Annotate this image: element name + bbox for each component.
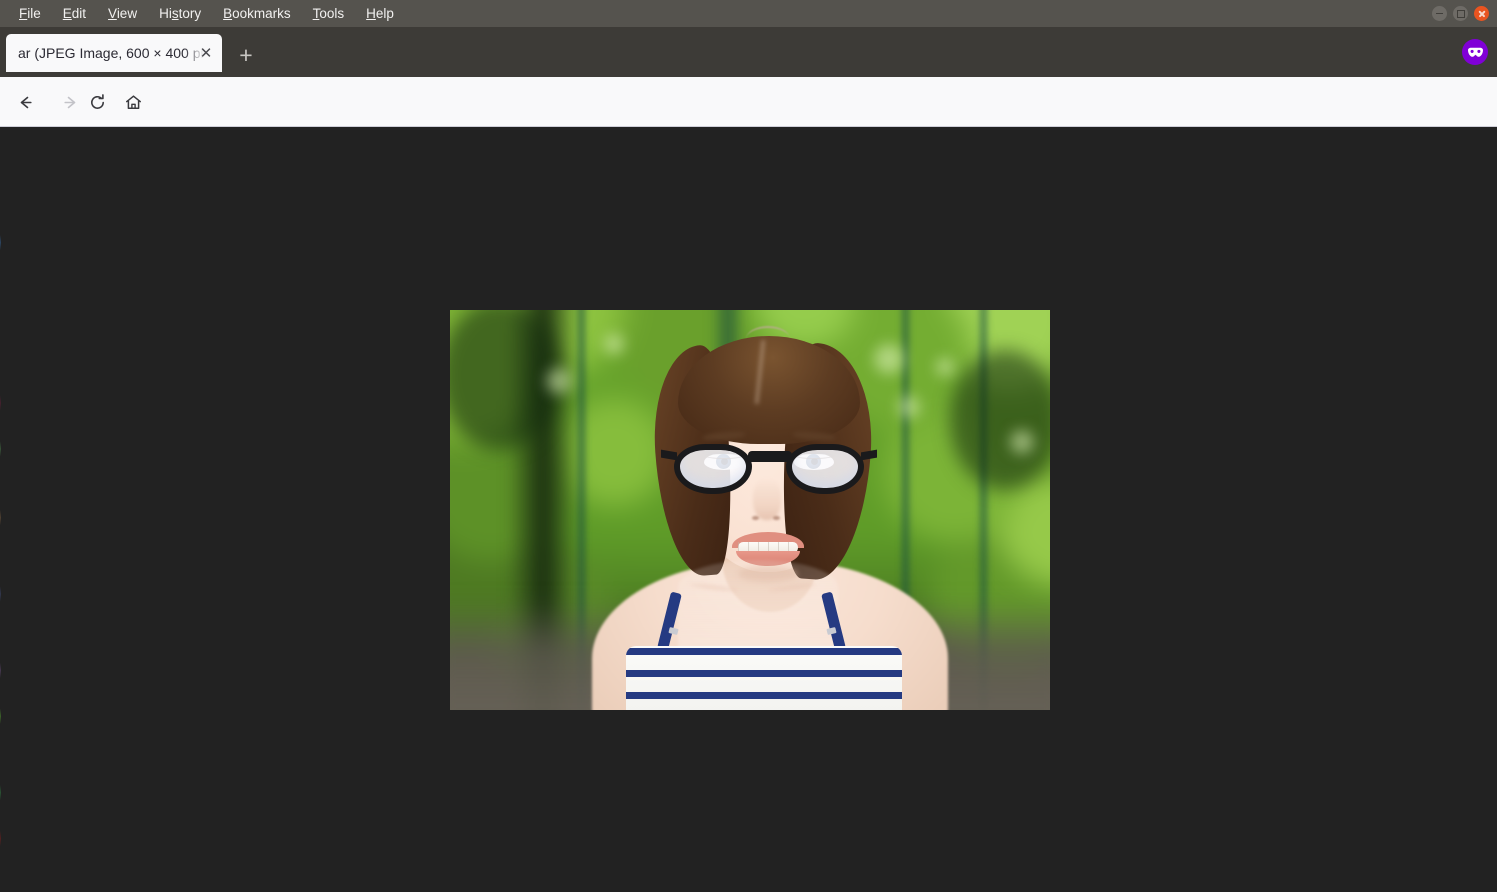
glasses-lens-right xyxy=(786,444,864,494)
forward-arrow-icon xyxy=(58,90,82,114)
menu-history[interactable]: History xyxy=(148,0,212,27)
menu-tools[interactable]: Tools xyxy=(302,0,356,27)
reload-icon[interactable] xyxy=(85,90,109,114)
viewport-edge-sliver xyxy=(0,128,1,892)
garment-stripe-3 xyxy=(626,692,902,699)
glasses-lens-left xyxy=(674,444,752,494)
new-tab-button[interactable]: + xyxy=(234,44,258,69)
page-content xyxy=(0,128,1497,892)
browser-tab[interactable]: ar (JPEG Image, 600 × 400 pi ✕ xyxy=(6,34,222,72)
menu-edit[interactable]: Edit xyxy=(52,0,97,27)
nostril-right xyxy=(773,516,780,520)
menu-view[interactable]: View xyxy=(97,0,148,27)
back-arrow-icon[interactable] xyxy=(13,90,37,114)
window-controls xyxy=(1432,0,1489,27)
person-figure xyxy=(450,310,1050,710)
private-browsing-mask-icon[interactable] xyxy=(1462,39,1488,65)
ar-result-image[interactable] xyxy=(450,310,1050,710)
menu-help[interactable]: Help xyxy=(355,0,405,27)
tab-strip: ar (JPEG Image, 600 × 400 pi ✕ + xyxy=(0,27,1497,77)
home-icon[interactable] xyxy=(121,90,145,114)
glasses-bridge xyxy=(748,451,792,462)
menu-bar: File Edit View History Bookmarks Tools H… xyxy=(0,0,1497,27)
minimize-button[interactable] xyxy=(1432,6,1447,21)
sheer-overlay-fabric xyxy=(678,560,838,656)
flyaway-hair xyxy=(746,326,790,352)
close-button[interactable] xyxy=(1474,6,1489,21)
tab-title: ar (JPEG Image, 600 × 400 pi xyxy=(18,45,204,61)
glasses-temple-right xyxy=(861,449,877,461)
ar-glasses-overlay xyxy=(661,442,877,498)
garment-stripe-2 xyxy=(626,670,902,677)
striped-camisole xyxy=(626,646,902,710)
maximize-button[interactable] xyxy=(1453,6,1468,21)
garment-stripe-1 xyxy=(626,648,902,655)
menu-bookmarks[interactable]: Bookmarks xyxy=(212,0,302,27)
menu-file[interactable]: File xyxy=(8,0,52,27)
tab-close-icon[interactable]: ✕ xyxy=(198,45,214,61)
navigation-toolbar: 10.140.12.255:5000/ar?url=https://imgs.m… xyxy=(0,77,1497,196)
nostril-left xyxy=(752,516,759,520)
